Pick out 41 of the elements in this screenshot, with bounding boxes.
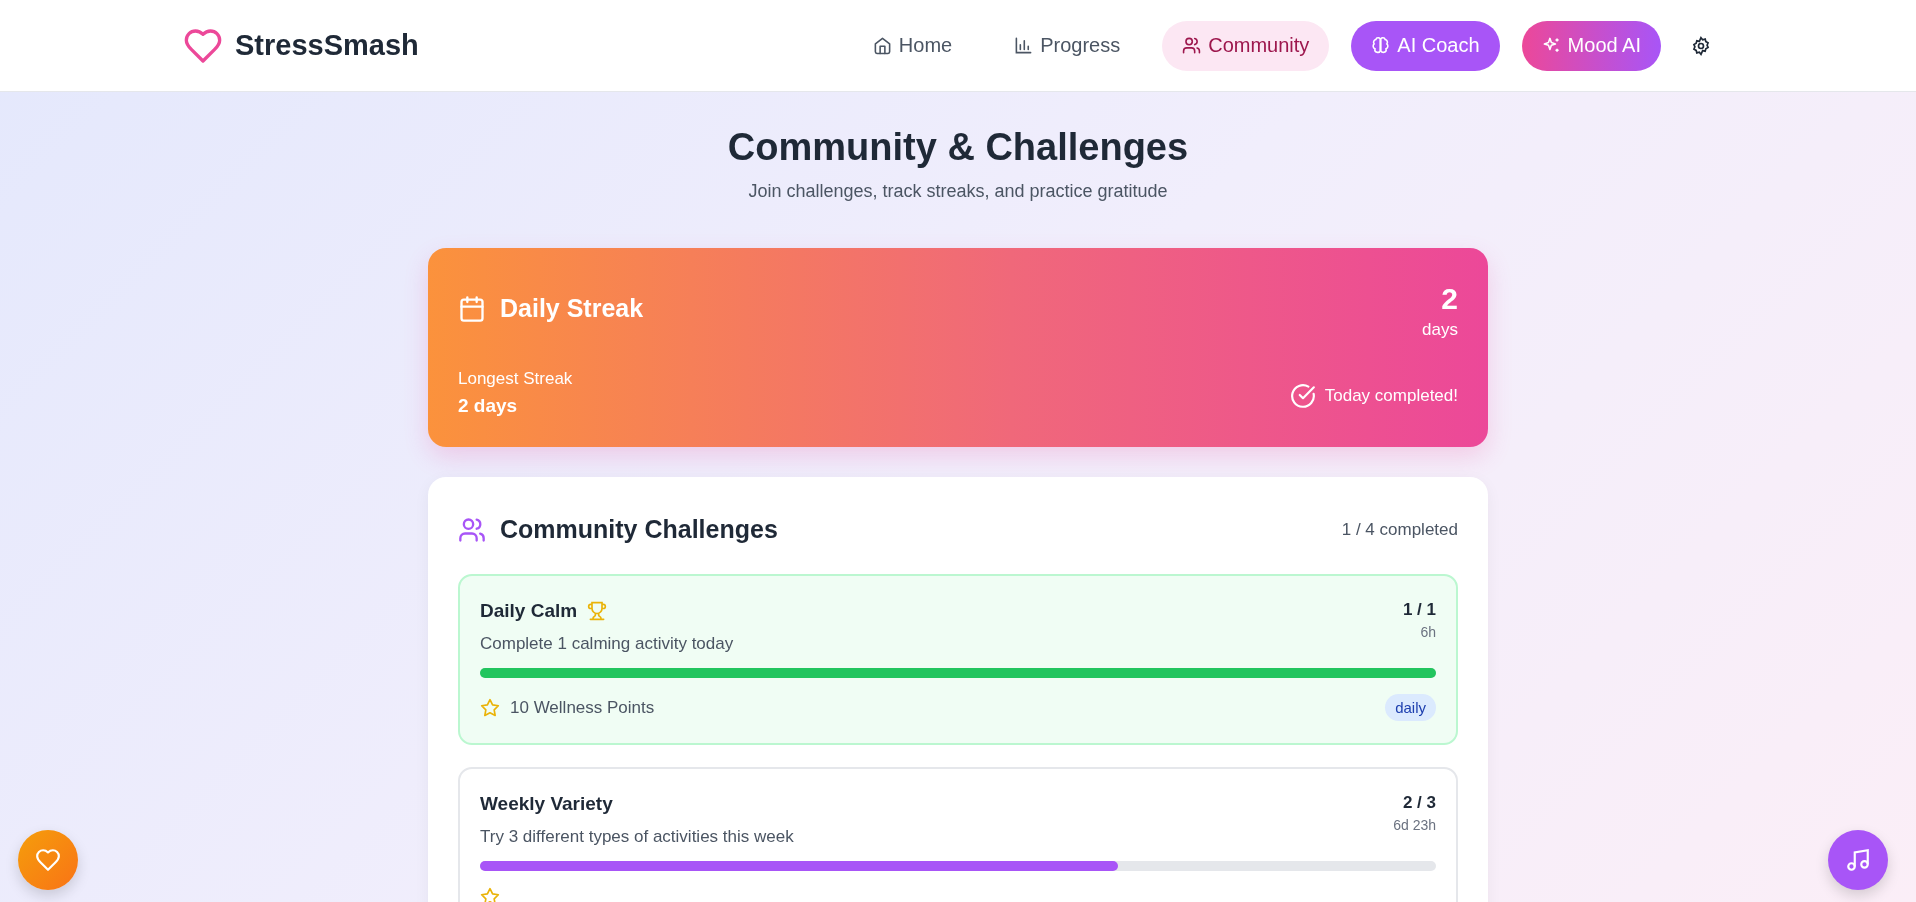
star-icon: [480, 697, 500, 718]
heart-icon: [35, 847, 61, 873]
users-icon: [458, 515, 486, 544]
star-icon: [480, 887, 500, 902]
page-title: Community & Challenges: [726, 126, 1190, 169]
reward-label: 10 Wellness Points: [510, 697, 655, 718]
nav-tab[interactable]: Home: [852, 20, 973, 71]
streak-count: 2: [1441, 282, 1458, 316]
home-icon: [872, 36, 892, 55]
calendar-icon: [458, 294, 486, 323]
challenge-name: Weekly Variety: [480, 793, 613, 815]
progress-count: 1 / 1: [1402, 600, 1436, 620]
heart-button[interactable]: [18, 830, 78, 890]
challenge-name: Daily Calm: [480, 600, 578, 622]
trophy-icon: [587, 601, 608, 621]
nav-tab[interactable]: Progress: [994, 20, 1141, 71]
challenge-description: Complete 1 calming activity today: [480, 634, 734, 654]
streak-title: Daily Streak: [500, 294, 644, 323]
frequency-tag: daily: [1385, 694, 1436, 721]
action-button[interactable]: AI Coach: [1351, 20, 1500, 71]
longest-streak-label: Longest Streak: [458, 369, 573, 389]
page-subtitle: Join challenges, track streaks, and practice gratitude: [747, 181, 1169, 202]
app-name: StressSmash: [235, 29, 419, 62]
completed-count: 1 / 4 completed: [1341, 519, 1458, 540]
users-icon: [1182, 36, 1202, 55]
nav-tab[interactable]: Community: [1162, 20, 1330, 71]
challenge-description: Try 3 different types of activities this week: [480, 827, 794, 847]
music-note-icon: [1845, 847, 1871, 873]
bar-chart-icon: [1014, 36, 1034, 55]
music-button[interactable]: [1828, 830, 1888, 890]
brain-icon: [1371, 36, 1391, 55]
time-left: 6h: [1420, 624, 1436, 640]
progress-count: 2 / 3: [1402, 793, 1436, 813]
today-status: Today completed!: [1324, 386, 1458, 406]
longest-streak-value: 2 days: [458, 395, 519, 417]
action-button[interactable]: Mood AI: [1521, 20, 1661, 71]
sparkles-icon: [1541, 36, 1561, 55]
streak-unit: days: [1422, 320, 1458, 340]
settings-icon[interactable]: [1691, 35, 1711, 56]
challenges-title: Community Challenges: [500, 515, 778, 544]
time-left: 6d 23h: [1393, 817, 1436, 833]
